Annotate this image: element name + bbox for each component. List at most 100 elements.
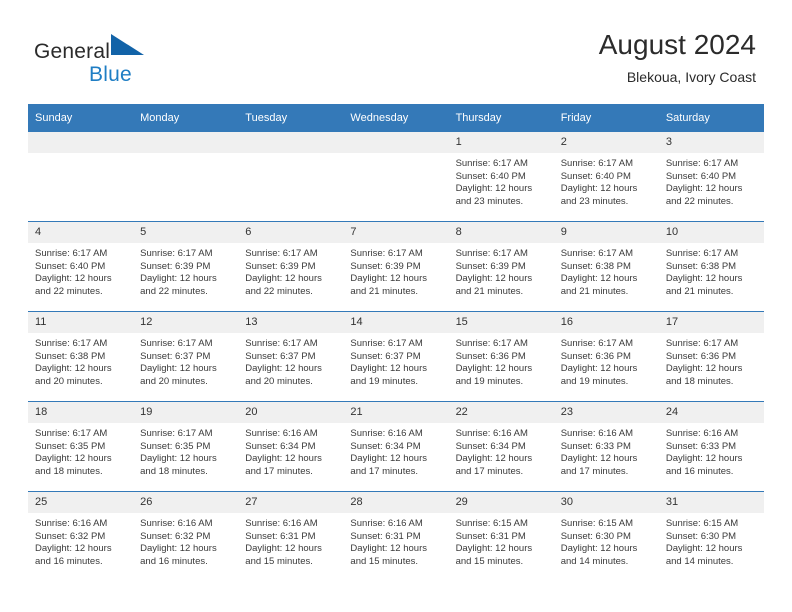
day-details: Sunrise: 6:17 AM Sunset: 6:36 PM Dayligh… <box>449 333 554 388</box>
daylight-text-line2: and 22 minutes. <box>140 285 208 297</box>
sunrise-text: Sunrise: 6:17 AM <box>560 338 634 349</box>
daylight-text-line1: Daylight: 12 hours <box>665 453 743 465</box>
day-cell[interactable]: 15 Sunrise: 6:17 AM Sunset: 6:36 PM Dayl… <box>448 311 554 402</box>
day-cell[interactable]: 25 Sunrise: 6:16 AM Sunset: 6:32 PM Dayl… <box>28 491 134 581</box>
sunrise-text: Sunrise: 6:17 AM <box>35 338 108 349</box>
day-cell[interactable] <box>238 132 344 222</box>
brand-logo-row: General <box>34 34 254 63</box>
day-cell[interactable]: 23 Sunrise: 6:16 AM Sunset: 6:33 PM Dayl… <box>553 401 659 492</box>
day-number: 24 <box>658 402 764 423</box>
daylight-text-line2: and 20 minutes. <box>140 375 208 387</box>
day-cell[interactable]: 14 Sunrise: 6:17 AM Sunset: 6:37 PM Dayl… <box>343 311 449 402</box>
daylight-text-line2: and 16 minutes. <box>665 465 734 477</box>
brand-name-blue: Blue <box>89 63 132 86</box>
day-cell[interactable]: 11 Sunrise: 6:17 AM Sunset: 6:38 PM Dayl… <box>28 311 134 402</box>
day-cell[interactable]: 22 Sunrise: 6:16 AM Sunset: 6:34 PM Dayl… <box>448 401 554 492</box>
daylight-text-line1: Daylight: 12 hours <box>245 363 322 375</box>
daylight-text-line2: and 17 minutes. <box>455 465 524 477</box>
sunset-text: Sunset: 6:32 PM <box>35 530 106 542</box>
day-cell[interactable]: 31 Sunrise: 6:15 AM Sunset: 6:30 PM Dayl… <box>658 491 764 581</box>
day-cell[interactable]: 10 Sunrise: 6:17 AM Sunset: 6:38 PM Dayl… <box>658 221 764 312</box>
day-cell[interactable]: 3 Sunrise: 6:17 AM Sunset: 6:40 PM Dayli… <box>658 132 764 222</box>
weekday-header-monday: Monday <box>133 104 239 132</box>
day-number: 14 <box>343 312 449 333</box>
day-cell[interactable]: 27 Sunrise: 6:16 AM Sunset: 6:31 PM Dayl… <box>238 491 344 581</box>
daylight-text-line1: Daylight: 12 hours <box>350 453 427 465</box>
day-number: 18 <box>28 402 134 423</box>
day-cell[interactable]: 4 Sunrise: 6:17 AM Sunset: 6:40 PM Dayli… <box>28 221 134 312</box>
day-cell[interactable]: 24 Sunrise: 6:16 AM Sunset: 6:33 PM Dayl… <box>658 401 764 492</box>
daylight-text-line2: and 17 minutes. <box>245 465 313 477</box>
day-cell[interactable]: 9 Sunrise: 6:17 AM Sunset: 6:38 PM Dayli… <box>553 221 659 312</box>
blue-triangle-flag-icon <box>111 34 145 61</box>
sunset-text: Sunset: 6:35 PM <box>140 440 211 452</box>
day-details: Sunrise: 6:16 AM Sunset: 6:33 PM Dayligh… <box>554 423 659 478</box>
day-cell[interactable]: 21 Sunrise: 6:16 AM Sunset: 6:34 PM Dayl… <box>343 401 449 492</box>
daylight-text-line1: Daylight: 12 hours <box>560 273 638 285</box>
daylight-text-line2: and 21 minutes. <box>665 285 734 297</box>
day-cell[interactable]: 5 Sunrise: 6:17 AM Sunset: 6:39 PM Dayli… <box>133 221 239 312</box>
sunset-text: Sunset: 6:38 PM <box>35 350 106 362</box>
day-cell[interactable]: 29 Sunrise: 6:15 AM Sunset: 6:31 PM Dayl… <box>448 491 554 581</box>
daylight-text-line2: and 18 minutes. <box>35 465 103 477</box>
day-cell[interactable]: 13 Sunrise: 6:17 AM Sunset: 6:37 PM Dayl… <box>238 311 344 402</box>
day-cell[interactable]: 17 Sunrise: 6:17 AM Sunset: 6:36 PM Dayl… <box>658 311 764 402</box>
sunrise-text: Sunrise: 6:17 AM <box>140 338 213 349</box>
day-number: 29 <box>448 492 554 513</box>
day-cell[interactable]: 16 Sunrise: 6:17 AM Sunset: 6:36 PM Dayl… <box>553 311 659 402</box>
weekday-header-friday: Friday <box>553 104 659 132</box>
daylight-text-line1: Daylight: 12 hours <box>350 273 427 285</box>
day-cell[interactable]: 1 Sunrise: 6:17 AM Sunset: 6:40 PM Dayli… <box>448 132 554 222</box>
daylight-text-line2: and 21 minutes. <box>455 285 524 297</box>
day-number: 11 <box>28 312 134 333</box>
title-block: August 2024 Blekoua, Ivory Coast <box>599 28 756 87</box>
sunset-text: Sunset: 6:39 PM <box>350 260 421 272</box>
day-cell[interactable] <box>28 132 134 222</box>
day-cell[interactable]: 28 Sunrise: 6:16 AM Sunset: 6:31 PM Dayl… <box>343 491 449 581</box>
daylight-text-line1: Daylight: 12 hours <box>245 543 322 555</box>
sunrise-text: Sunrise: 6:17 AM <box>560 248 634 259</box>
daylight-text-line1: Daylight: 12 hours <box>455 543 533 555</box>
sunset-text: Sunset: 6:39 PM <box>455 260 526 272</box>
day-cell[interactable]: 6 Sunrise: 6:17 AM Sunset: 6:39 PM Dayli… <box>238 221 344 312</box>
day-number <box>28 132 134 153</box>
calendar-week-row: 25 Sunrise: 6:16 AM Sunset: 6:32 PM Dayl… <box>28 491 764 581</box>
day-cell[interactable]: 19 Sunrise: 6:17 AM Sunset: 6:35 PM Dayl… <box>133 401 239 492</box>
sunset-text: Sunset: 6:37 PM <box>245 350 316 362</box>
day-cell[interactable]: 18 Sunrise: 6:17 AM Sunset: 6:35 PM Dayl… <box>28 401 134 492</box>
sunset-text: Sunset: 6:34 PM <box>350 440 421 452</box>
day-cell[interactable] <box>343 132 449 222</box>
sunset-text: Sunset: 6:40 PM <box>560 170 631 182</box>
daylight-text-line1: Daylight: 12 hours <box>560 183 638 195</box>
day-number: 17 <box>658 312 764 333</box>
day-details: Sunrise: 6:16 AM Sunset: 6:34 PM Dayligh… <box>238 423 343 478</box>
day-details: Sunrise: 6:17 AM Sunset: 6:36 PM Dayligh… <box>659 333 764 388</box>
day-cell[interactable]: 2 Sunrise: 6:17 AM Sunset: 6:40 PM Dayli… <box>553 132 659 222</box>
calendar-week-row: 18 Sunrise: 6:17 AM Sunset: 6:35 PM Dayl… <box>28 401 764 492</box>
sunrise-text: Sunrise: 6:17 AM <box>35 248 108 259</box>
day-details: Sunrise: 6:17 AM Sunset: 6:38 PM Dayligh… <box>554 243 659 298</box>
day-cell[interactable]: 8 Sunrise: 6:17 AM Sunset: 6:39 PM Dayli… <box>448 221 554 312</box>
sunrise-text: Sunrise: 6:16 AM <box>455 428 528 439</box>
day-number: 19 <box>133 402 239 423</box>
day-cell[interactable]: 26 Sunrise: 6:16 AM Sunset: 6:32 PM Dayl… <box>133 491 239 581</box>
page-header: General Blue August 2024 Blekoua, Ivory … <box>0 0 792 104</box>
day-number: 10 <box>658 222 764 243</box>
day-cell[interactable] <box>133 132 239 222</box>
sunset-text: Sunset: 6:32 PM <box>140 530 211 542</box>
day-details: Sunrise: 6:17 AM Sunset: 6:35 PM Dayligh… <box>28 423 133 478</box>
day-details: Sunrise: 6:17 AM Sunset: 6:39 PM Dayligh… <box>449 243 554 298</box>
day-cell[interactable]: 30 Sunrise: 6:15 AM Sunset: 6:30 PM Dayl… <box>553 491 659 581</box>
day-details: Sunrise: 6:16 AM Sunset: 6:34 PM Dayligh… <box>449 423 554 478</box>
daylight-text-line1: Daylight: 12 hours <box>35 363 112 375</box>
weekday-header-saturday: Saturday <box>658 104 764 132</box>
brand-logo[interactable]: General Blue <box>34 34 254 88</box>
daylight-text-line1: Daylight: 12 hours <box>455 363 533 375</box>
daylight-text-line2: and 21 minutes. <box>350 285 419 297</box>
day-cell[interactable]: 7 Sunrise: 6:17 AM Sunset: 6:39 PM Dayli… <box>343 221 449 312</box>
day-details: Sunrise: 6:17 AM Sunset: 6:40 PM Dayligh… <box>554 153 659 208</box>
day-cell[interactable]: 12 Sunrise: 6:17 AM Sunset: 6:37 PM Dayl… <box>133 311 239 402</box>
day-number: 25 <box>28 492 134 513</box>
weekday-header-tuesday: Tuesday <box>238 104 344 132</box>
day-cell[interactable]: 20 Sunrise: 6:16 AM Sunset: 6:34 PM Dayl… <box>238 401 344 492</box>
